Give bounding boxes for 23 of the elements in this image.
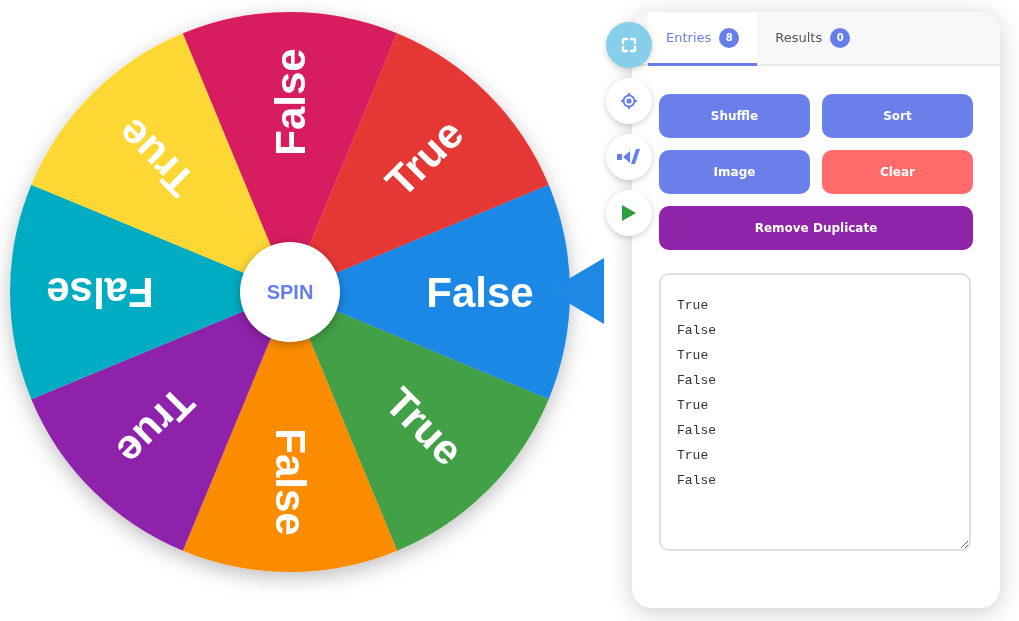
tab[interactable]: Entries 8 <box>648 12 758 66</box>
action-button[interactable]: Image <box>659 150 810 194</box>
slice-label: False <box>266 48 314 156</box>
count-badge: 8 <box>719 27 740 48</box>
tab[interactable]: Results 0 <box>757 12 869 66</box>
entries-field[interactable]: True False True False True False True False <box>659 273 971 551</box>
slice-label: False <box>266 428 314 536</box>
action-button[interactable]: Shuffle <box>659 94 810 138</box>
slice-label: False <box>426 268 534 316</box>
slice-label: False <box>46 268 154 316</box>
settings-icon <box>620 92 638 110</box>
action-button[interactable]: Sort <box>822 94 973 138</box>
tab-label: Entries <box>666 30 712 45</box>
fullscreen-icon <box>621 37 637 53</box>
slice-label: True <box>376 109 473 206</box>
action-button[interactable]: Remove Duplicate <box>659 206 973 250</box>
tab-label: Results <box>775 30 823 45</box>
count-badge: 0 <box>830 27 851 48</box>
play-button[interactable] <box>606 190 652 236</box>
slice-label: True <box>107 378 204 475</box>
settings-button[interactable] <box>606 78 652 124</box>
action-button[interactable]: Clear <box>822 150 973 194</box>
play-icon <box>621 204 637 222</box>
